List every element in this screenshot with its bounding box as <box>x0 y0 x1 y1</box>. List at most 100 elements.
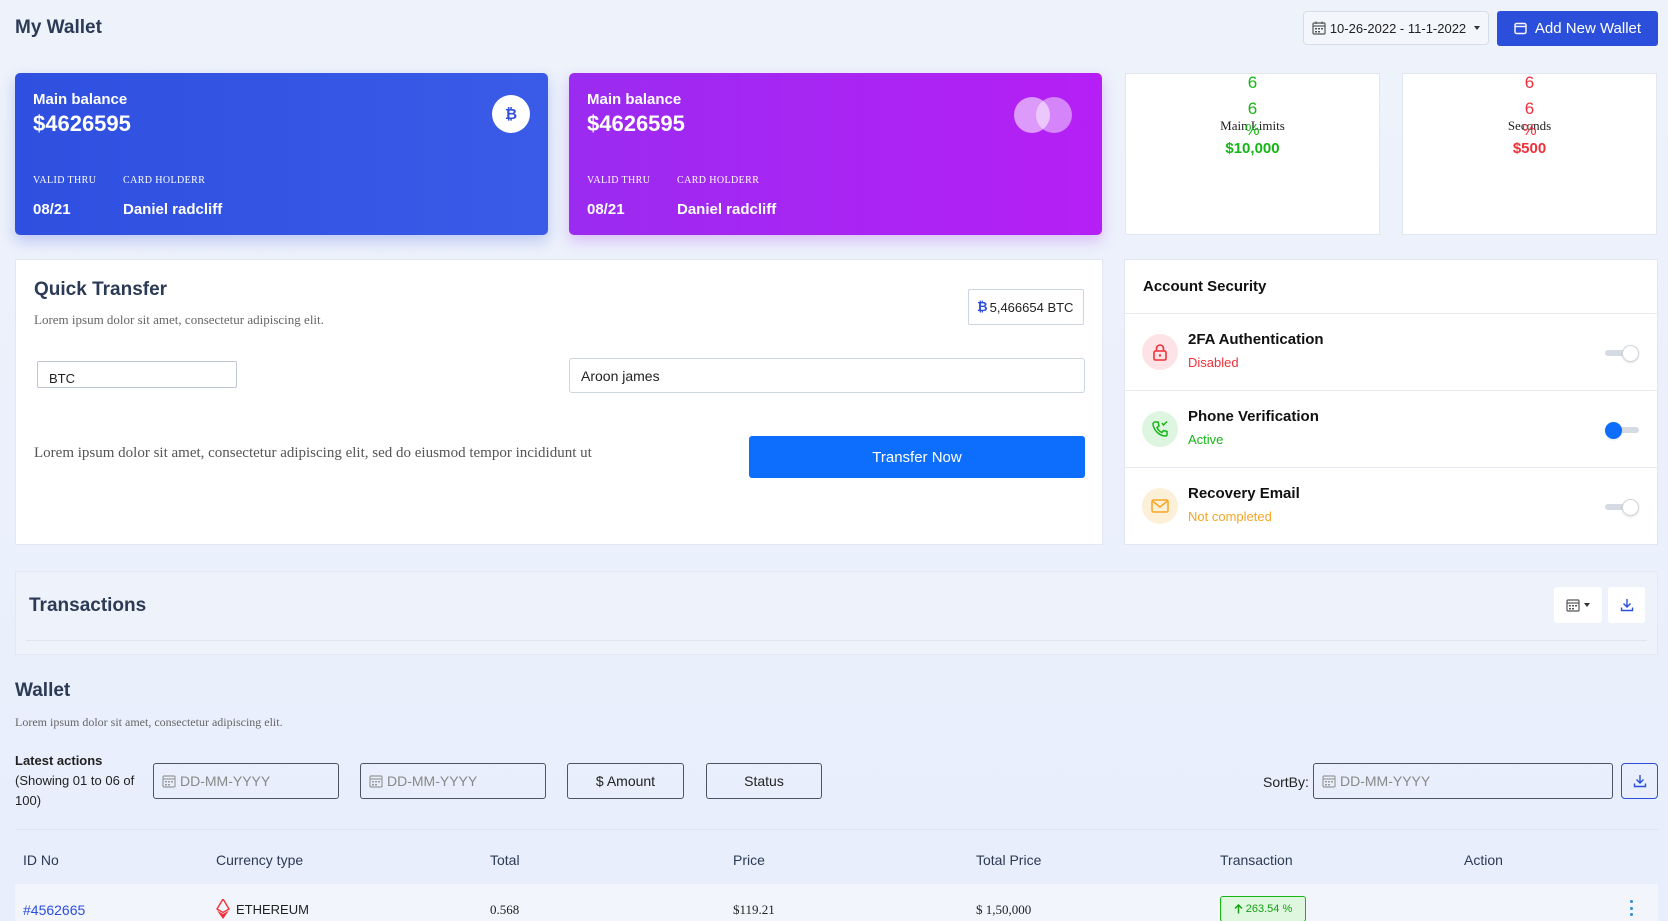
latest-actions-info: (Showing 01 to 06 of 100) <box>15 773 135 808</box>
card-amount: $4626595 <box>33 111 131 136</box>
balance-card-mastercard[interactable]: Main balance $4626595 VALID THRU CARD HO… <box>569 73 1102 235</box>
latest-actions-title: Latest actions <box>15 753 103 768</box>
phone-verification-toggle[interactable] <box>1605 422 1639 439</box>
seconds-limits-card: 6 6 Seconds % $500 <box>1402 73 1657 235</box>
card-label: Main balance <box>587 91 682 108</box>
2fa-toggle[interactable] <box>1605 345 1639 362</box>
quick-transfer-subtitle: Lorem ipsum dolor sit amet, consectetur … <box>34 312 324 327</box>
card-amount: $4626595 <box>587 111 685 136</box>
row-currency: ETHEREUM <box>216 899 309 919</box>
transactions-panel: Transactions <box>15 571 1658 655</box>
column-header-currency[interactable]: Currency type <box>216 852 303 868</box>
amount-filter-button[interactable]: $ Amount <box>567 763 684 799</box>
recovery-email-toggle[interactable] <box>1605 499 1639 516</box>
calendar-icon <box>369 775 383 788</box>
currency-select[interactable]: BTC <box>37 361 237 388</box>
download-icon <box>1620 599 1633 612</box>
row-action-menu-icon[interactable] <box>1628 900 1634 916</box>
column-header-price[interactable]: Price <box>733 852 765 868</box>
divider <box>26 640 1647 641</box>
status-filter-button[interactable]: Status <box>706 763 822 799</box>
page-title: My Wallet <box>15 17 102 38</box>
row-id-link[interactable]: #4562665 <box>23 902 85 918</box>
btc-balance-field[interactable]: ₿ 5,466654 BTC <box>968 289 1084 325</box>
add-wallet-label: Add New Wallet <box>1534 20 1642 37</box>
card-holder-label: CARD HOLDERR <box>677 175 760 186</box>
end-date-input[interactable]: DD-MM-YYYY <box>360 763 546 799</box>
date-placeholder: DD-MM-YYYY <box>1340 773 1431 789</box>
column-header-total-price[interactable]: Total Price <box>976 852 1041 868</box>
valid-thru-value: 08/21 <box>33 201 71 218</box>
date-placeholder: DD-MM-YYYY <box>180 773 271 789</box>
row-total: 0.568 <box>490 902 520 917</box>
valid-thru-label: VALID THRU <box>33 175 97 186</box>
download-icon <box>1633 775 1646 788</box>
column-header-action[interactable]: Action <box>1464 852 1503 868</box>
limit-percentage: 6 6 <box>1247 73 1258 118</box>
column-header-id[interactable]: ID No <box>23 852 59 868</box>
btc-balance-value: 5,466654 BTC <box>989 299 1074 315</box>
ethereum-icon <box>216 899 230 919</box>
security-item-name: Phone Verification <box>1188 408 1319 425</box>
chevron-down-icon <box>1474 26 1481 30</box>
quick-transfer-panel: Quick Transfer Lorem ipsum dolor sit ame… <box>15 259 1103 545</box>
transactions-title: Transactions <box>29 595 147 616</box>
sortby-label: SortBy: <box>1263 774 1309 790</box>
bitcoin-icon: ₿ <box>492 95 530 133</box>
security-item-status: Disabled <box>1188 355 1239 370</box>
transactions-download-button[interactable] <box>1608 587 1645 623</box>
main-limits-card: 6 6 Main Limits % $10,000 <box>1125 73 1380 235</box>
chevron-down-icon <box>1584 603 1590 607</box>
card-label: Main balance <box>33 91 128 108</box>
date-range-picker[interactable]: 10-26-2022 - 11-1-2022 <box>1303 11 1489 45</box>
balance-card-bitcoin[interactable]: Main balance $4626595 ₿ VALID THRU CARD … <box>15 73 548 235</box>
limit-value: $500 <box>1512 140 1547 157</box>
wallet-subtitle: Lorem ipsum dolor sit amet, consectetur … <box>15 715 283 729</box>
quick-transfer-description: Lorem ipsum dolor sit amet, consectetur … <box>34 445 592 461</box>
card-holder-name: Daniel radcliff <box>123 201 223 218</box>
calendar-icon <box>1566 599 1580 612</box>
calendar-icon <box>162 775 176 788</box>
calendar-icon <box>1322 775 1336 788</box>
security-item-phone: Phone Verification Active <box>1125 391 1657 467</box>
svg-text:₿: ₿ <box>505 105 517 123</box>
valid-thru-value: 08/21 <box>587 201 625 218</box>
security-item-name: Recovery Email <box>1188 485 1300 502</box>
bitcoin-icon: ₿ <box>977 300 988 315</box>
security-item-status: Not completed <box>1188 509 1272 524</box>
add-wallet-button[interactable]: Add New Wallet <box>1497 11 1658 46</box>
mail-icon <box>1142 488 1178 524</box>
latest-actions: Latest actions (Showing 01 to 06 of 100) <box>15 751 135 811</box>
column-header-transaction[interactable]: Transaction <box>1220 852 1293 868</box>
sortby-date-input[interactable]: DD-MM-YYYY <box>1313 763 1613 799</box>
date-range-text: 10-26-2022 - 11-1-2022 <box>1329 20 1467 36</box>
valid-thru-label: VALID THRU <box>587 175 651 186</box>
security-item-email: Recovery Email Not completed <box>1125 468 1657 544</box>
security-item-status: Active <box>1188 432 1224 447</box>
transfer-now-button[interactable]: Transfer Now <box>749 436 1085 478</box>
limit-percentage: 6 6 <box>1524 73 1535 118</box>
start-date-input[interactable]: DD-MM-YYYY <box>153 763 339 799</box>
transaction-value: 263.54 % <box>1245 903 1293 915</box>
phone-icon <box>1142 411 1178 447</box>
quick-transfer-title: Quick Transfer <box>34 279 168 300</box>
wallet-download-button[interactable] <box>1621 763 1658 799</box>
security-item-2fa: 2FA Authentication Disabled <box>1125 314 1657 390</box>
card-holder-name: Daniel radcliff <box>677 201 777 218</box>
transaction-badge: 263.54 % <box>1220 896 1306 921</box>
limit-value: $10,000 <box>1225 140 1280 157</box>
account-security-panel: Account Security 2FA Authentication Disa… <box>1124 259 1658 545</box>
wallet-icon <box>1514 22 1527 35</box>
mastercard-icon <box>1014 97 1074 133</box>
transactions-date-filter-button[interactable] <box>1554 587 1602 623</box>
row-price: $119.21 <box>733 902 775 917</box>
column-header-total[interactable]: Total <box>490 852 520 868</box>
divider <box>15 829 1658 830</box>
wallet-title: Wallet <box>15 680 71 701</box>
lock-icon <box>1142 334 1178 370</box>
date-placeholder: DD-MM-YYYY <box>387 773 478 789</box>
account-security-title: Account Security <box>1143 278 1267 295</box>
row-total-price: $ 1,50,000 <box>976 902 1032 917</box>
currency-name: ETHEREUM <box>236 901 309 917</box>
recipient-input[interactable]: Aroon james <box>569 358 1085 393</box>
